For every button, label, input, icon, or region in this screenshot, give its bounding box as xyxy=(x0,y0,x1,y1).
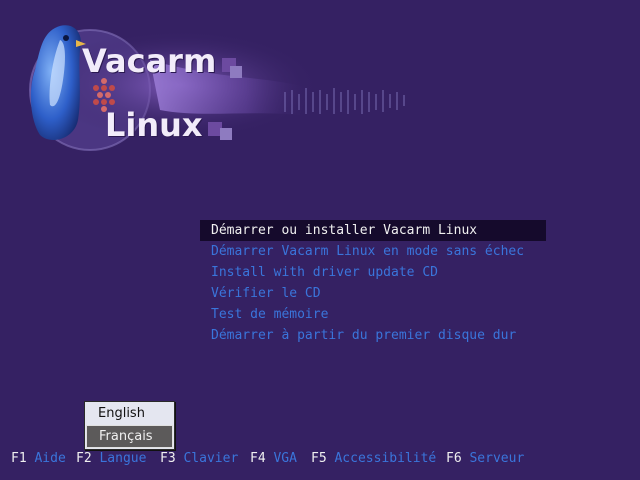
fkey-label: F2 xyxy=(76,451,92,466)
logo-graphic xyxy=(29,25,405,151)
menu-item-install[interactable]: Démarrer ou installer Vacarm Linux xyxy=(200,220,546,241)
fkey-label: F6 xyxy=(446,451,462,466)
menu-item-memory-test[interactable]: Test de mémoire xyxy=(200,304,546,325)
language-popup: English Français xyxy=(84,401,175,450)
fkey-help[interactable]: F1 Aide xyxy=(11,451,66,466)
language-option-english[interactable]: English xyxy=(85,402,174,425)
menu-item-check-cd[interactable]: Vérifier le CD xyxy=(200,283,546,304)
menu-item-boot-hard-disk[interactable]: Démarrer à partir du premier disque dur xyxy=(200,325,546,346)
fkey-action: Serveur xyxy=(469,451,525,466)
fkey-action: Clavier xyxy=(183,451,239,466)
fkey-keyboard[interactable]: F3 Clavier xyxy=(160,451,238,466)
vacarm-logo: Vacarm Linux xyxy=(0,0,440,160)
fkey-accessibility[interactable]: F5 Accessibilité xyxy=(311,451,436,466)
logo-title-line1: Vacarm xyxy=(82,42,217,80)
fkey-server[interactable]: F6 Serveur xyxy=(446,451,524,466)
fkey-language[interactable]: F2 Langue xyxy=(76,451,146,466)
logo-title-line2: Linux xyxy=(105,106,203,144)
menu-item-driver-update[interactable]: Install with driver update CD xyxy=(200,262,546,283)
menu-item-safe-mode[interactable]: Démarrer Vacarm Linux en mode sans échec xyxy=(200,241,546,262)
fkey-label: F1 xyxy=(11,451,27,466)
fkey-label: F4 xyxy=(250,451,266,466)
language-option-francais[interactable]: Français xyxy=(86,425,173,448)
fkey-vga[interactable]: F4 VGA xyxy=(250,451,297,466)
fkey-label: F5 xyxy=(311,451,327,466)
fkey-action: Aide xyxy=(34,451,66,466)
boot-menu: Démarrer ou installer Vacarm Linux Démar… xyxy=(200,220,546,346)
fkey-action: Langue xyxy=(99,451,147,466)
fkey-action: VGA xyxy=(273,451,297,466)
fkey-label: F3 xyxy=(160,451,176,466)
fkey-action: Accessibilité xyxy=(334,451,437,466)
